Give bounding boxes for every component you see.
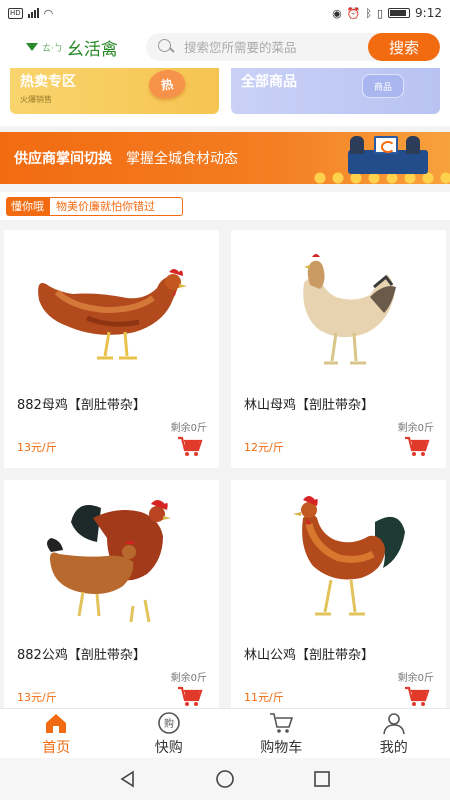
- hen-pale-image: [302, 254, 396, 365]
- search-input[interactable]: [184, 39, 368, 55]
- vibrate-icon: ▯: [376, 6, 384, 20]
- svg-text:购: 购: [164, 717, 174, 730]
- supplier-banner[interactable]: 供应商掌间切换 掌握全城食材动态: [0, 132, 450, 184]
- app-logo[interactable]: ㄊ·ㄅ 幺活禽: [26, 35, 130, 60]
- notice-ticker: 懂你哦 物美价廉就怕你错过: [0, 192, 450, 220]
- product-name: 林山公鸡【剖肚带杂】: [244, 648, 375, 663]
- banner-title: 供应商掌间切换: [14, 151, 112, 167]
- product-card[interactable]: 882母鸡【剖肚带杂】 剩余0斤 13元/斤: [4, 230, 219, 468]
- product-card[interactable]: 882公鸡【剖肚带杂】 剩余0斤 13元/斤: [4, 480, 219, 718]
- logo-small-text: ㄊ·ㄅ: [42, 43, 63, 54]
- tab-quick-buy-label: 快购: [154, 739, 183, 756]
- person-illustration: [406, 136, 420, 154]
- product-name: 882公鸡【剖肚带杂】: [17, 648, 146, 663]
- product-stock: 剩余0斤: [397, 423, 434, 434]
- tab-profile-label: 我的: [379, 739, 408, 756]
- bluetooth-icon: ᛒ: [365, 6, 372, 20]
- product-card[interactable]: 林山公鸡【剖肚带杂】 剩余0斤 11元/斤: [231, 480, 446, 718]
- ticker-tag: 懂你哦: [6, 196, 49, 216]
- product-price: 13元/斤: [17, 691, 57, 704]
- back-icon[interactable]: [118, 769, 138, 789]
- product-stock: 剩余0斤: [397, 673, 434, 684]
- status-right: ◉ ⏰ ᛒ ▯ 9:12: [332, 6, 442, 20]
- search-bar: 搜索: [146, 33, 440, 61]
- tab-cart-label: 购物车: [260, 739, 303, 756]
- home-nav-icon[interactable]: [215, 769, 235, 789]
- recents-icon[interactable]: [312, 769, 332, 789]
- status-left: HD ◠: [8, 7, 53, 20]
- quick-buy-icon: 购: [157, 711, 180, 734]
- hot-sale-card[interactable]: 热卖专区 火爆销售 热: [10, 68, 219, 114]
- search-icon: [158, 39, 174, 55]
- product-image: [4, 484, 219, 632]
- product-footer: 13元/斤: [4, 684, 219, 708]
- all-goods-card[interactable]: 全部商品 商品: [231, 68, 440, 114]
- cart-icon: [270, 712, 294, 733]
- signal-icon: [27, 8, 39, 18]
- refresh-monitor-icon: [374, 136, 398, 154]
- ticker-text[interactable]: 物美价廉就怕你错过: [49, 196, 183, 216]
- top-header: ㄊ·ㄅ 幺活禽 搜索: [0, 26, 450, 68]
- hd-badge: HD: [8, 7, 23, 19]
- product-name: 882母鸡【剖肚带杂】: [17, 398, 146, 413]
- bottom-tab-bar: 首页 购 快购 购物车 我的: [0, 708, 450, 758]
- tab-quick-buy[interactable]: 购 快购: [113, 709, 226, 758]
- hen-red-image: [37, 269, 187, 360]
- tab-home-label: 首页: [42, 739, 71, 756]
- product-footer: 13元/斤: [4, 434, 219, 458]
- product-footer: 12元/斤: [231, 434, 446, 458]
- rooster-group-image: [46, 500, 171, 623]
- person-illustration: [350, 136, 364, 154]
- user-icon: [382, 712, 405, 734]
- system-nav-bar: [0, 758, 450, 800]
- product-image: [231, 484, 446, 632]
- clock: 9:12: [415, 6, 442, 20]
- eye-icon: ◉: [332, 6, 342, 20]
- rooster-image: [292, 496, 405, 616]
- promo-section: 热卖专区 火爆销售 热 全部商品 商品: [0, 68, 450, 126]
- wifi-icon: ◠: [43, 6, 54, 20]
- add-to-cart-icon[interactable]: [177, 686, 203, 708]
- logo-text: 幺活禽: [66, 39, 118, 60]
- add-to-cart-icon[interactable]: [177, 436, 203, 458]
- add-to-cart-icon[interactable]: [404, 686, 430, 708]
- product-name: 林山母鸡【剖肚带杂】: [244, 398, 375, 413]
- tab-home[interactable]: 首页: [0, 709, 113, 758]
- banner-subtitle: 掌握全城食材动态: [126, 151, 238, 167]
- home-icon: [46, 713, 67, 733]
- add-to-cart-icon[interactable]: [404, 436, 430, 458]
- search-button[interactable]: 搜索: [368, 33, 440, 61]
- tab-cart[interactable]: 购物车: [225, 709, 338, 758]
- product-footer: 11元/斤: [231, 684, 446, 708]
- app-screen: HD ◠ ◉ ⏰ ᛒ ▯ 9:12 ㄊ·ㄅ 幺活禽 搜索 热卖专区 火爆销售: [0, 0, 450, 800]
- alarm-icon: ⏰: [346, 6, 361, 20]
- product-grid: 882母鸡【剖肚带杂】 剩余0斤 13元/斤 林山母鸡【剖肚带杂】 剩余0斤 1…: [0, 220, 450, 718]
- product-image: [231, 234, 446, 382]
- hot-sale-subtitle: 火爆销售: [20, 95, 52, 104]
- product-stock: 剩余0斤: [170, 423, 207, 434]
- product-card[interactable]: 林山母鸡【剖肚带杂】 剩余0斤 12元/斤: [231, 230, 446, 468]
- dropdown-triangle-icon: [26, 43, 38, 51]
- tab-profile[interactable]: 我的: [338, 709, 450, 758]
- goods-badge-icon: 商品: [362, 74, 404, 98]
- battery-icon: [388, 8, 411, 18]
- product-price: 13元/斤: [17, 441, 57, 454]
- product-price: 12元/斤: [244, 441, 284, 454]
- product-price: 11元/斤: [244, 691, 284, 704]
- status-bar: HD ◠ ◉ ⏰ ᛒ ▯ 9:12: [0, 0, 450, 26]
- product-image: [4, 234, 219, 382]
- product-stock: 剩余0斤: [170, 673, 207, 684]
